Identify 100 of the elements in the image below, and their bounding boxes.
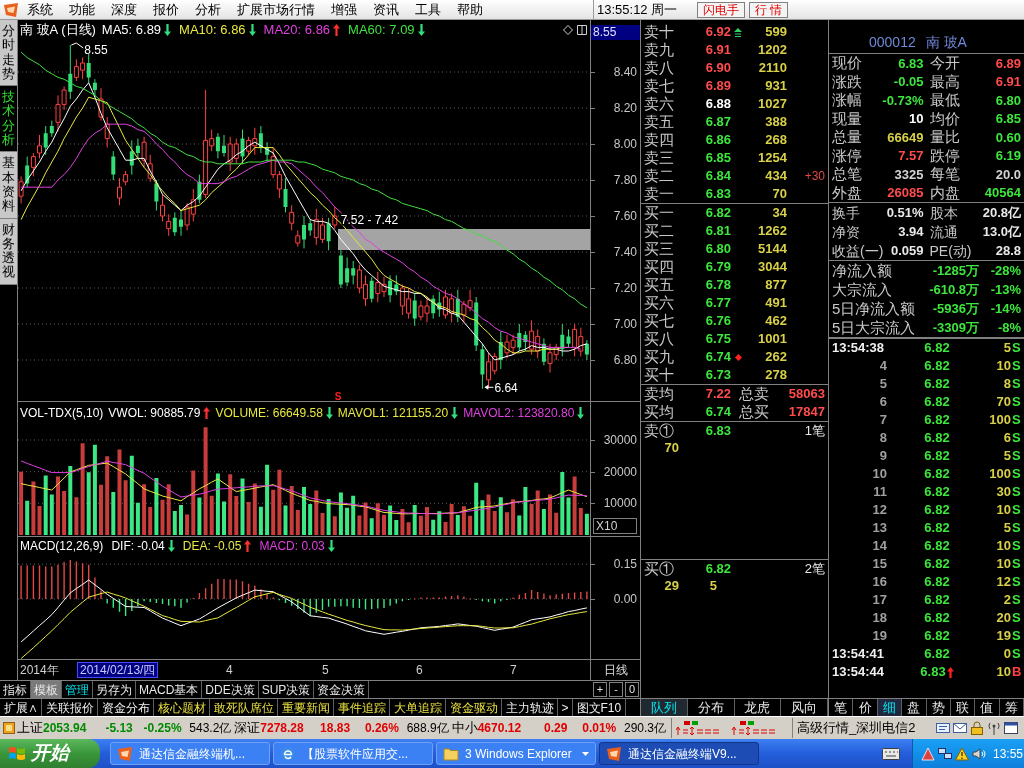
menu-item[interactable]: 深度 (103, 0, 145, 19)
message-icon[interactable] (936, 721, 950, 735)
tick-sequence: 7 (878, 411, 888, 430)
tick-tab[interactable]: 细 (877, 699, 903, 716)
mode-button[interactable]: 闪电手 (697, 1, 745, 18)
indicator-readout: MACD: 0.03 (259, 538, 325, 554)
trade-side: S (1011, 375, 1022, 394)
book-tab[interactable]: 队列 (641, 699, 688, 716)
network-icon[interactable] (938, 746, 952, 761)
flow-value: -610.8万 (929, 280, 979, 299)
flow-percent: -14% (989, 299, 1021, 318)
chart-tab[interactable]: 资金决策 (314, 681, 370, 698)
warning-icon[interactable] (955, 746, 969, 761)
lock-icon[interactable] (970, 721, 984, 735)
diamond-outline-icon[interactable] (563, 25, 573, 35)
zoom-button[interactable]: 0 (625, 682, 639, 697)
side-tab[interactable]: 财务透视 (0, 218, 17, 285)
start-button[interactable]: 开始 (0, 739, 100, 768)
mode-button[interactable]: 行 情 (749, 1, 789, 18)
mail-icon[interactable] (953, 721, 967, 735)
level-label: 买五 (643, 276, 675, 294)
tick-volume: 20 (995, 609, 1011, 628)
field-label: 最高 (929, 72, 960, 91)
menu-item[interactable]: 分析 (187, 0, 229, 19)
index-value: 7278.28 (260, 720, 305, 737)
level-label: 卖三 (643, 149, 675, 167)
index-percent: 0.26% (363, 720, 399, 737)
tick-volume: 2 (1002, 591, 1011, 610)
menu-item[interactable]: 资讯 (365, 0, 407, 19)
chart-tab[interactable]: 模板 (31, 681, 62, 698)
flow-percent: -8% (996, 318, 1021, 337)
side-tab[interactable]: 基本资料 (0, 152, 17, 219)
tick-volume: 100 (988, 465, 1011, 484)
window-icon[interactable] (1004, 721, 1018, 735)
price-value: 6.78 (704, 276, 731, 295)
index-percent: -0.25% (142, 720, 182, 737)
chart-tab[interactable]: 管理 (62, 681, 93, 698)
flow-label: 大宗流入 (832, 280, 893, 299)
price-axis-label: 6.80 (613, 352, 637, 367)
tick-volume: 5 (1002, 519, 1011, 538)
average-label: 卖均 (643, 385, 675, 403)
split-panel-icon[interactable] (577, 25, 587, 35)
zoom-button[interactable]: - (609, 682, 623, 697)
tick-price: 6.82 (924, 411, 950, 430)
keyboard-icon[interactable] (882, 747, 900, 760)
chart-tab[interactable]: MACD基本 (136, 681, 203, 698)
menu-item[interactable]: 增强 (323, 0, 365, 19)
taskbar-button[interactable]: 通达信金融终端机... (110, 742, 270, 765)
price-value: 6.73 (704, 366, 731, 385)
tick-volume: 5 (1002, 339, 1011, 358)
low-price-arrow (484, 384, 494, 390)
chart-tab[interactable]: 指标 (0, 681, 31, 698)
flow-percent: -13% (989, 280, 1021, 299)
field-value: 28.8 (995, 241, 1021, 260)
field-value: 0.60 (995, 128, 1021, 147)
tick-price: 6.82 (924, 375, 950, 394)
taskbar-button[interactable]: 通达信金融终端V9... (599, 742, 759, 765)
leader-line (70, 42, 84, 49)
tick-price: 6.82 (924, 609, 950, 628)
volume-value: 1001 (757, 330, 787, 349)
tick-time: 13:54:44 (831, 663, 886, 682)
price-value: 6.91 (704, 41, 731, 60)
tick-volume: 10 (995, 537, 1011, 556)
index-percent: 0.01% (581, 720, 617, 737)
price-axis-label: 7.20 (613, 281, 637, 295)
level-label: 买一 (643, 204, 675, 222)
menu-item[interactable]: 系统 (19, 0, 61, 19)
high-price-label: 8.55 (84, 43, 108, 57)
menu-item[interactable]: 工具 (407, 0, 449, 19)
trade-side: S (1011, 429, 1022, 448)
period-label: 日线 (590, 660, 640, 680)
menu-item[interactable]: 扩展市场行情 (229, 0, 323, 19)
level-label: 买九 (643, 348, 675, 366)
field-label: 均价 (929, 109, 960, 128)
field-label: 外盘 (832, 183, 862, 202)
menu-item[interactable]: 报价 (145, 0, 187, 19)
taskbar-button[interactable]: 3 Windows Explorer (436, 742, 596, 765)
date-axis-label: 6 (416, 663, 423, 677)
side-tab[interactable]: 分时走势 (0, 20, 17, 87)
server-name: 高级行情_深圳电信2 (797, 719, 916, 738)
tick-volume: 10 (995, 501, 1011, 520)
tick-price: 6.82 (924, 339, 950, 358)
tick-price: 6.82 (924, 447, 950, 466)
tick-volume: 0 (1002, 645, 1011, 664)
field-label: 内盘 (929, 183, 960, 202)
level-label: 买六 (643, 294, 675, 312)
menu-item[interactable]: 功能 (61, 0, 103, 19)
antenna-icon[interactable] (987, 721, 1001, 735)
taskbar-button[interactable]: 【股票软件应用交... (273, 742, 433, 765)
sell-signal-label: S (334, 391, 342, 401)
speaker-icon[interactable] (972, 746, 986, 761)
price-value: 6.79 (704, 258, 731, 277)
volume-value: 34 (771, 204, 787, 223)
field-label: 涨幅 (832, 91, 862, 110)
zoom-button[interactable]: + (593, 682, 607, 697)
tick-price: 6.82 (924, 393, 950, 412)
price-value: 6.74 (704, 348, 731, 367)
menu-item[interactable]: 帮助 (449, 0, 491, 19)
tick-volume: 5 (1002, 447, 1011, 466)
index-name: 中小 (451, 719, 478, 738)
